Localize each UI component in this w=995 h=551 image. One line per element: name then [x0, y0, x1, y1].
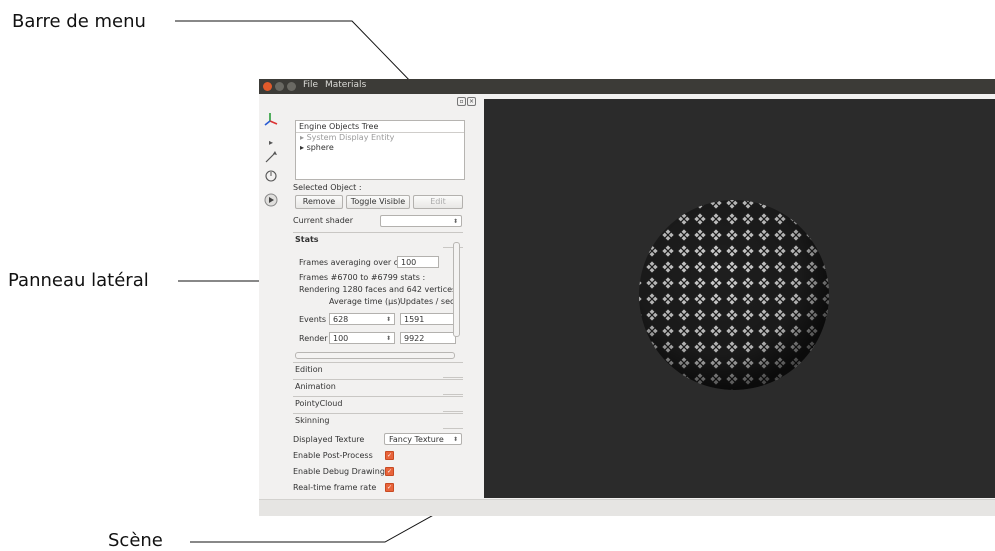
remove-button[interactable]: Remove — [295, 195, 343, 209]
side-panel: Engine Objects Tree ▸ System Display Ent… — [289, 94, 485, 500]
axes-icon[interactable] — [262, 112, 280, 130]
spin-arrows-icon: ⬍ — [385, 335, 391, 342]
menu-bar: File Materials — [259, 79, 995, 94]
engine-objects-tree[interactable]: Engine Objects Tree ▸ System Display Ent… — [295, 120, 465, 180]
current-shader-select[interactable]: ⬍ — [380, 215, 462, 227]
frames-averaging-input[interactable]: 100 — [397, 256, 439, 268]
events-avg-input[interactable]: 628 ⬍ — [329, 313, 395, 325]
sphere-render — [639, 200, 829, 390]
chevron-updown-icon: ⬍ — [452, 436, 458, 443]
tab-animation[interactable]: Animation — [293, 379, 463, 395]
avg-time-header: Average time (µs) — [329, 297, 401, 306]
current-shader-label: Current shader — [293, 216, 354, 225]
tab-pointycloud[interactable]: PointyCloud — [293, 396, 463, 412]
enable-post-process-checkbox[interactable]: ✓ — [385, 451, 394, 460]
displayed-texture-select[interactable]: Fancy Texture ⬍ — [384, 433, 462, 445]
stats-horizontal-scrollbar[interactable] — [295, 352, 455, 359]
translate-icon[interactable] — [262, 150, 280, 168]
tree-item-system-display-entity[interactable]: ▸ System Display Entity — [296, 133, 464, 143]
frames-range-text: Frames #6700 to #6799 stats : — [299, 273, 426, 282]
events-updates-input[interactable]: 1591 — [400, 313, 456, 325]
realtime-frame-rate-label: Real-time frame rate — [293, 483, 377, 492]
tab-skinning[interactable]: Skinning — [293, 413, 463, 429]
selected-object-label: Selected Object : — [293, 183, 362, 192]
rotate-icon[interactable] — [262, 169, 280, 187]
displayed-texture-label: Displayed Texture — [293, 435, 365, 444]
close-window-button[interactable] — [263, 82, 272, 91]
menu-file[interactable]: File — [303, 80, 318, 90]
minimize-window-button[interactable] — [275, 82, 284, 91]
tab-stats[interactable]: Stats — [293, 232, 463, 248]
row-events-label: Events — [299, 315, 327, 324]
rendering-info-text: Rendering 1280 faces and 642 vertices — [299, 285, 457, 294]
chevron-updown-icon: ⬍ — [452, 218, 458, 225]
enable-post-process-label: Enable Post-Process — [293, 451, 373, 460]
menu-materials[interactable]: Materials — [325, 80, 366, 90]
stats-vertical-scrollbar[interactable] — [453, 242, 460, 337]
tree-header: Engine Objects Tree — [296, 121, 464, 133]
spin-arrows-icon: ⬍ — [385, 316, 391, 323]
tab-edition[interactable]: Edition — [293, 362, 463, 378]
row-render-label: Render — [299, 334, 328, 343]
maximize-window-button[interactable] — [287, 82, 296, 91]
application-window: File Materials ▸ ▫ × Engine Objects Tree… — [259, 79, 995, 516]
render-updates-input[interactable]: 9922 — [400, 332, 456, 344]
status-bar — [259, 499, 995, 516]
scene-viewport[interactable] — [484, 99, 995, 498]
realtime-frame-rate-checkbox[interactable]: ✓ — [385, 483, 394, 492]
tree-item-sphere[interactable]: ▸ sphere — [296, 143, 464, 153]
play-icon[interactable] — [262, 193, 280, 211]
edit-button[interactable]: Edit — [413, 195, 463, 209]
render-avg-input[interactable]: 100 ⬍ — [329, 332, 395, 344]
updates-header: Updates / seco — [400, 297, 460, 306]
enable-debug-drawing-label: Enable Debug Drawing — [293, 467, 385, 476]
tool-bar: ▸ — [259, 94, 283, 500]
toggle-visible-button[interactable]: Toggle Visible — [346, 195, 410, 209]
enable-debug-drawing-checkbox[interactable]: ✓ — [385, 467, 394, 476]
